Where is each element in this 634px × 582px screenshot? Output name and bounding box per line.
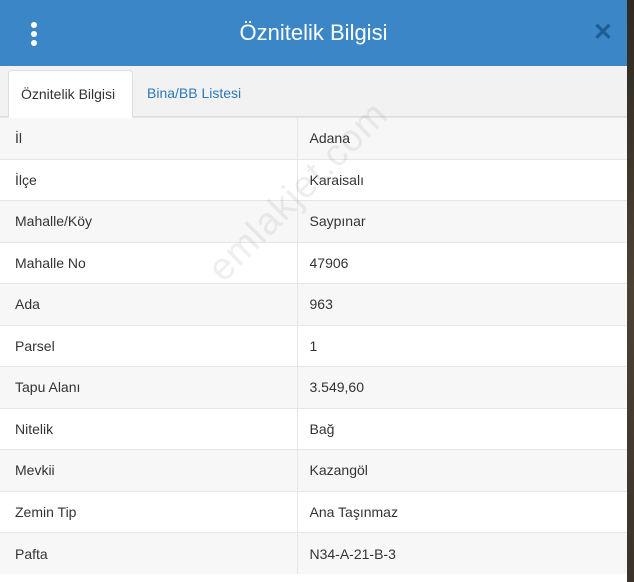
row-value: 3.549,60 [296, 366, 627, 408]
close-icon[interactable]: ✕ [593, 19, 613, 47]
background-map-right [626, 0, 634, 582]
tab-building-list[interactable]: Bina/BB Listesi [135, 70, 253, 118]
row-value: Bağ [296, 407, 627, 450]
dialog-title: Öznitelik Bilgisi [239, 20, 388, 45]
row-value: Karaisalı [296, 158, 627, 201]
table-row: Mahalle/Köy Saypınar [0, 200, 627, 242]
row-label: İlçe [0, 158, 297, 201]
row-label: Ada [0, 283, 297, 325]
row-label: Nitelik [0, 407, 297, 450]
row-value: N34-A-21-B-3 [296, 532, 627, 574]
table-row: Tapu Alanı 3.549,60 [0, 366, 627, 408]
kebab-menu-icon[interactable] [26, 22, 42, 46]
attribute-table: İl Adana İlçe Karaisalı Mahalle/Köy Saypınar M… [0, 117, 627, 574]
row-value: Ana Taşınmaz [296, 490, 627, 533]
row-label: Mevkii [0, 449, 297, 491]
tab-bar: Öznitelik Bilgisi Bina/BB Listesi [0, 66, 627, 118]
table-row: Nitelik Bağ [0, 407, 627, 450]
table-row: İlçe Karaisalı [0, 158, 627, 201]
table-row: Mevkii Kazangöl [0, 449, 627, 491]
row-value: 47906 [296, 241, 627, 284]
row-label: İl [0, 117, 297, 159]
row-label: Zemin Tip [0, 490, 297, 533]
table-row: İl Adana [0, 117, 627, 159]
row-value: 963 [296, 283, 627, 325]
row-value: Saypınar [296, 200, 627, 242]
row-label: Pafta [0, 532, 297, 574]
row-label: Mahalle/Köy [0, 200, 297, 242]
table-row: Zemin Tip Ana Taşınmaz [0, 490, 627, 533]
row-label: Tapu Alanı [0, 366, 297, 408]
attribute-info-dialog: Öznitelik Bilgisi ✕ Öznitelik Bilgisi Bi… [0, 0, 627, 582]
dialog-header: Öznitelik Bilgisi ✕ [0, 0, 627, 66]
row-value: Kazangöl [296, 449, 627, 491]
table-row: Ada 963 [0, 283, 627, 325]
row-value: Adana [296, 117, 627, 159]
table-row: Parsel 1 [0, 324, 627, 367]
tab-attribute-info[interactable]: Öznitelik Bilgisi [8, 70, 133, 118]
row-value: 1 [296, 324, 627, 367]
table-row: Pafta N34-A-21-B-3 [0, 532, 627, 574]
row-label: Mahalle No [0, 241, 297, 284]
table-row: Mahalle No 47906 [0, 241, 627, 284]
row-label: Parsel [0, 324, 297, 367]
